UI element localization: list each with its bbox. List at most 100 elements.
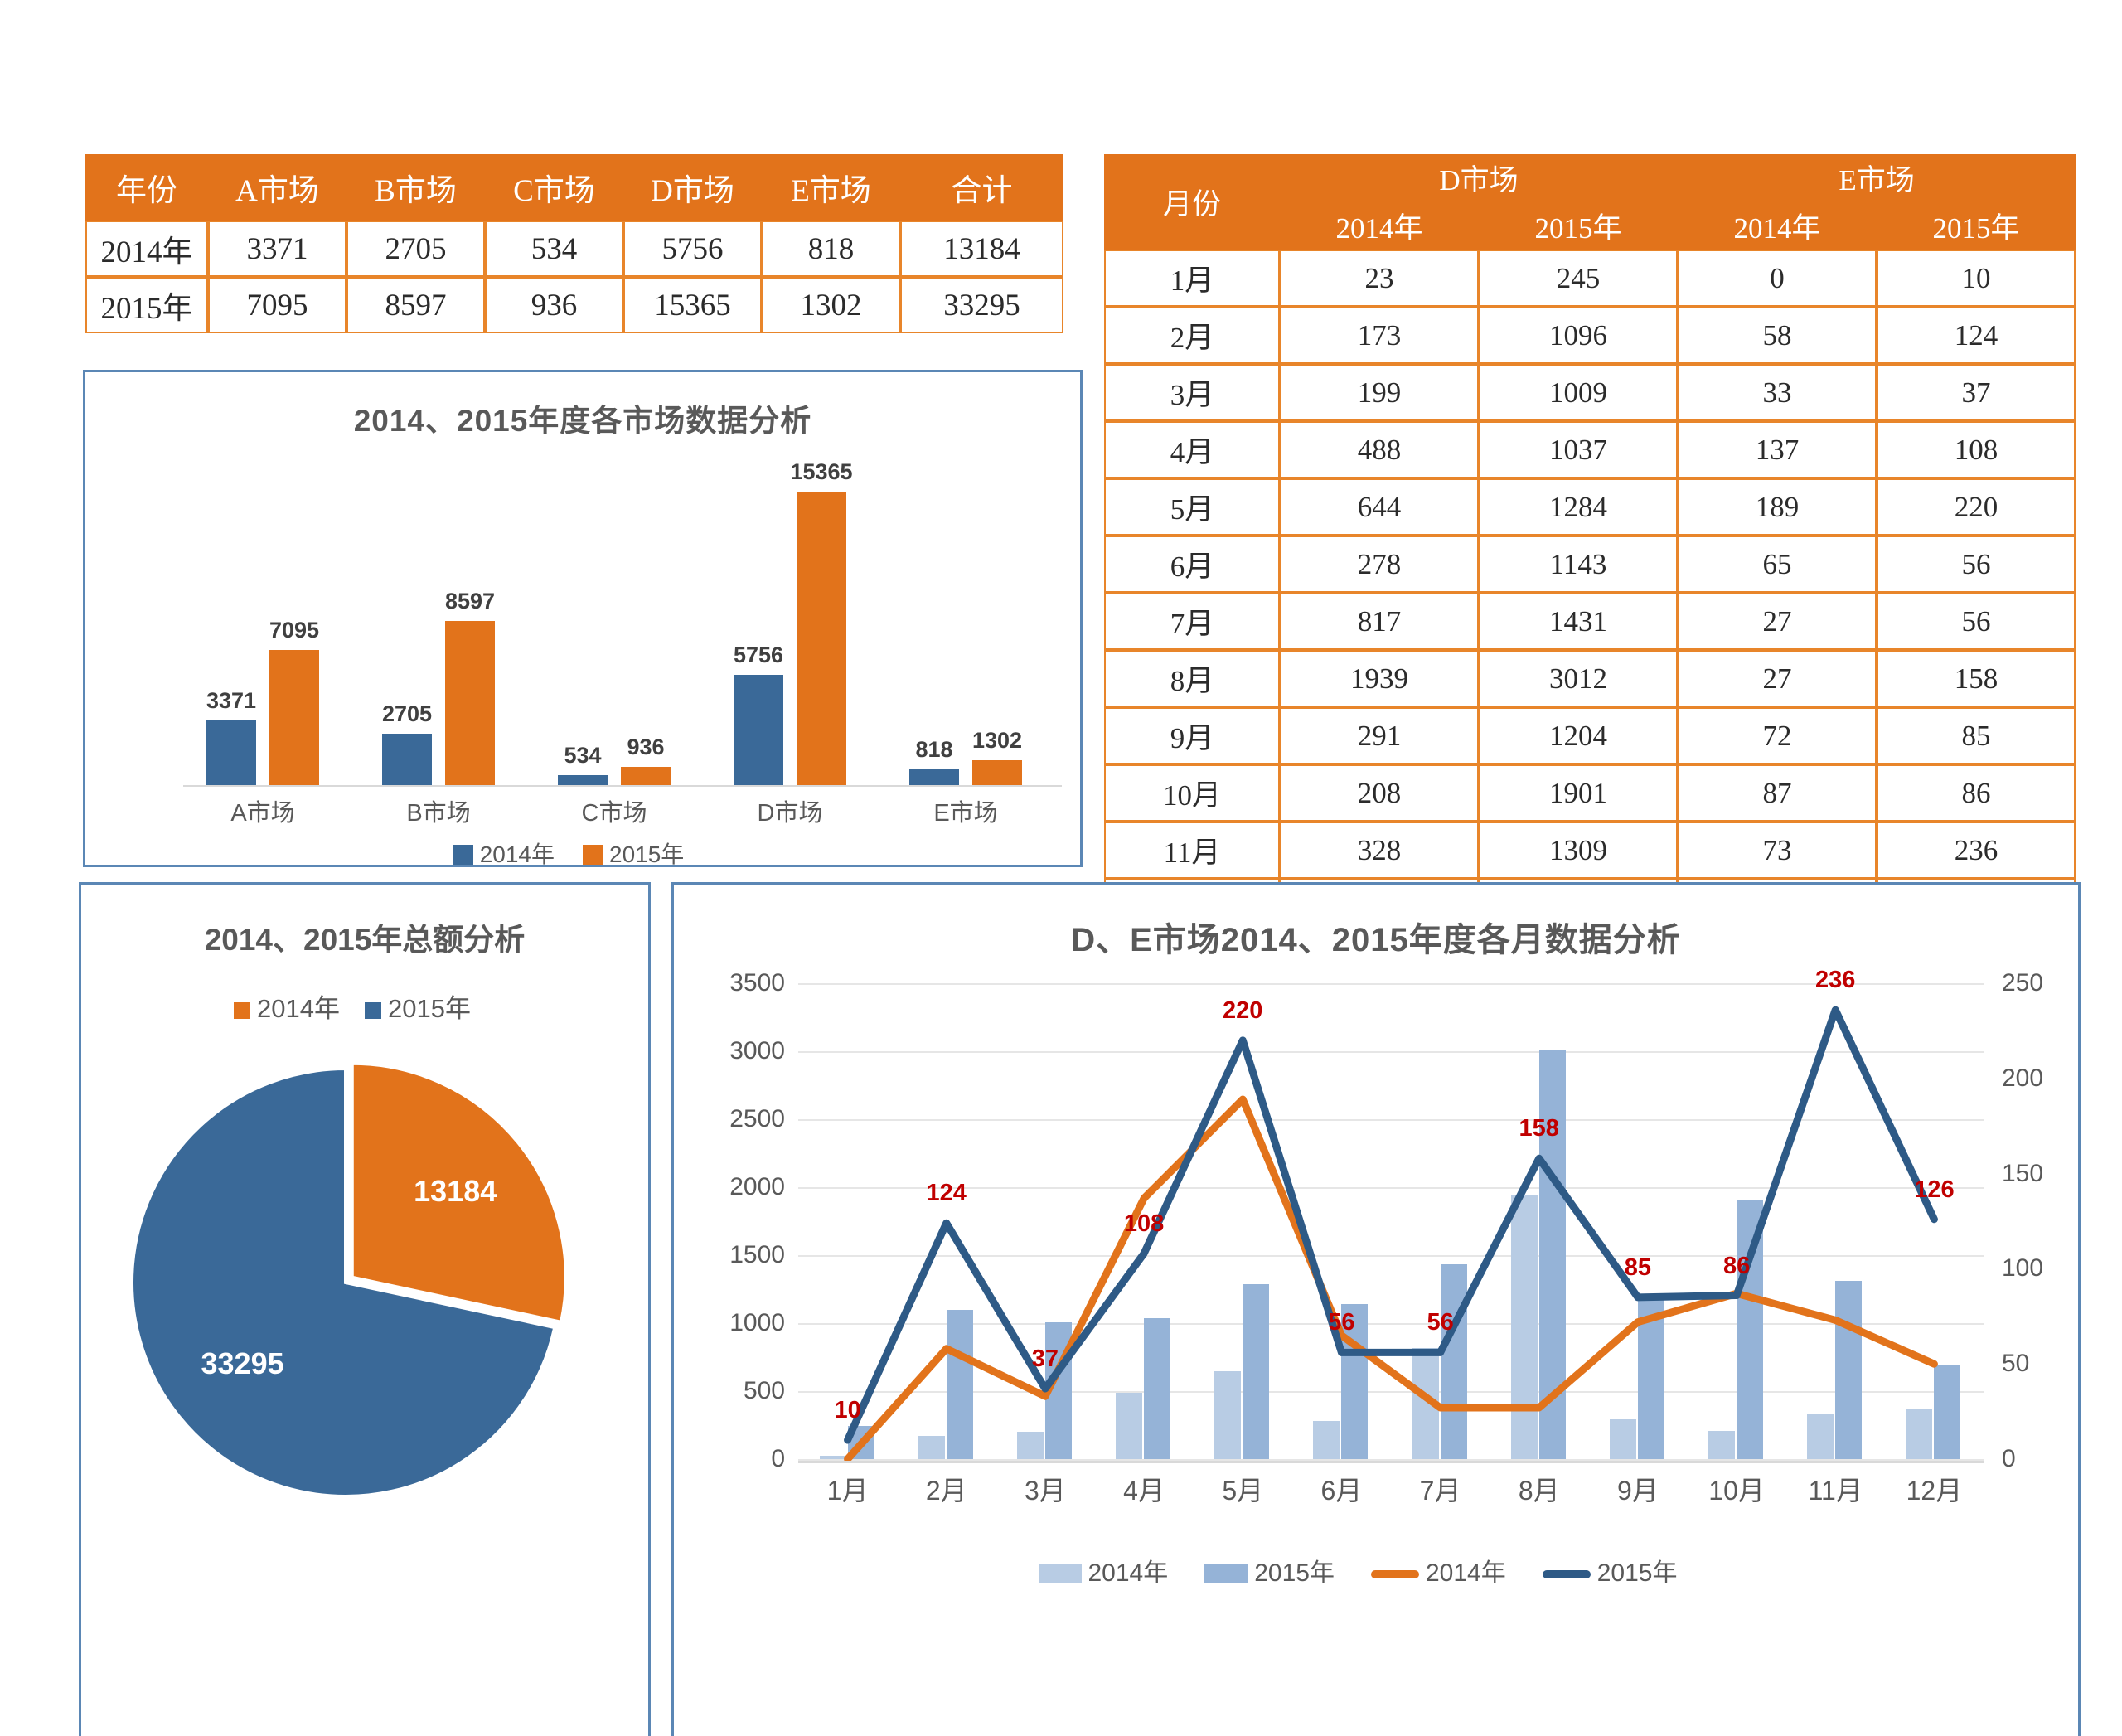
monthly-th-group-e: E市场 [1678, 154, 2076, 201]
combo-category-label: 5月 [1222, 1476, 1264, 1506]
bar-2015[interactable] [269, 649, 319, 785]
bar-2014[interactable] [734, 675, 783, 785]
monthly-table-group-header-row: 月份 D市场 E市场 [1104, 154, 2076, 250]
table-row: 7月 817 1431 27 56 [1104, 593, 2076, 650]
combo-data-label: 108 [1123, 1210, 1165, 1238]
monthly-cell-value: 199 [1280, 364, 1479, 421]
monthly-cell-value: 27 [1678, 593, 1877, 650]
legend-label: 2015年 [1254, 1559, 1335, 1587]
monthly-cell-value: 278 [1280, 536, 1479, 593]
bar-chart-title: 2014、2015年度各市场数据分析 [353, 404, 812, 438]
bar-2014[interactable] [206, 720, 256, 785]
combo-category-label: 6月 [1320, 1476, 1363, 1506]
bar-2014[interactable] [909, 769, 959, 785]
bar-chart-plot-area: 3371 7095 2705 8597 534 936 5756 15365 818 1302 [183, 459, 1062, 785]
combo-data-label: 124 [926, 1180, 967, 1207]
legend-swatch [583, 845, 603, 865]
combo-category-label: 8月 [1518, 1476, 1560, 1506]
legend-swatch [365, 1002, 381, 1019]
monthly-cell-value: 27 [1678, 650, 1877, 707]
y-axis-right-tick: 50 [2002, 1350, 2030, 1378]
combo-category-label: 10月 [1708, 1476, 1765, 1506]
summary-cell: 818 [762, 221, 900, 277]
summary-cell: 534 [485, 221, 623, 277]
monthly-cell-value: 23 [1280, 250, 1479, 307]
bar-value-label: 2705 [381, 701, 433, 726]
monthly-cell-value: 189 [1678, 478, 1877, 536]
bar-2015[interactable] [621, 767, 671, 785]
combo-data-label: 126 [1914, 1176, 1955, 1203]
combo-chart-legend[interactable]: 2014年 2015年 2014年 2015年 [674, 1552, 2078, 1588]
total-pie-chart-panel: 2014、2015年总额分析 2014年 2015年 13184 33295 [79, 882, 651, 1736]
bar-group: 818 1302 [886, 470, 1045, 785]
table-row: 6月 278 1143 65 56 [1104, 536, 2076, 593]
summary-th-a: A市场 [208, 154, 346, 221]
monthly-cell-value: 137 [1678, 421, 1877, 478]
bar-value-label: 3371 [206, 688, 257, 714]
combo-data-label: 220 [1223, 997, 1263, 1024]
monthly-cell-value: 1143 [1479, 536, 1678, 593]
combo-category-label: 12月 [1906, 1476, 1963, 1506]
bar-group: 3371 7095 [183, 470, 342, 785]
pie-chart-title: 2014、2015年总额分析 [204, 923, 526, 957]
pie-slice-label-2014: 13184 [414, 1174, 497, 1209]
monthly-combo-chart-panel: D、E市场2014、2015年度各月数据分析 10 124 37 108 220 56 56… [671, 882, 2081, 1736]
y-axis-left-tick: 0 [771, 1445, 785, 1472]
y-axis-left-tick: 1500 [729, 1241, 785, 1268]
monthly-cell-value: 1037 [1479, 421, 1678, 478]
table-row: 11月 328 1309 73 236 [1104, 822, 2076, 879]
bar-category-label: B市场 [406, 800, 471, 827]
monthly-cell-month: 8月 [1104, 650, 1280, 707]
y-axis-left-tick: 3500 [729, 969, 785, 997]
bar-2015[interactable] [972, 760, 1022, 785]
combo-data-label: 236 [1815, 967, 1856, 994]
legend-label: 2014年 [1426, 1559, 1506, 1587]
bar-value-label: 15365 [790, 459, 853, 485]
combo-category-label: 3月 [1025, 1476, 1066, 1506]
table-row: 10月 208 1901 87 86 [1104, 764, 2076, 822]
monthly-cell-month: 1月 [1104, 250, 1280, 307]
monthly-cell-value: 56 [1877, 536, 2076, 593]
monthly-cell-value: 37 [1877, 364, 2076, 421]
bar-value-label: 1302 [971, 728, 1023, 754]
table-row: 4月 488 1037 137 108 [1104, 421, 2076, 478]
table-row: 1月 23 245 0 10 [1104, 250, 2076, 307]
monthly-cell-month: 7月 [1104, 593, 1280, 650]
monthly-cell-value: 3012 [1479, 650, 1678, 707]
legend-swatch [1038, 1564, 1082, 1583]
combo-category-label: 9月 [1617, 1476, 1659, 1506]
pie-chart-legend[interactable]: 2014年 2015年 [81, 987, 648, 1025]
monthly-th-e-2015: 2015年 [1877, 201, 2076, 250]
legend-label: 2015年 [1596, 1559, 1678, 1587]
y-axis-left-tick: 2500 [729, 1105, 785, 1132]
table-row: 5月 644 1284 189 220 [1104, 478, 2076, 536]
bar-2015[interactable] [797, 492, 846, 785]
combo-chart-title: D、E市场2014、2015年度各月数据分析 [1071, 922, 1681, 958]
monthly-cell-value: 1096 [1479, 307, 1678, 364]
bar-2015[interactable] [445, 621, 495, 785]
summary-cell: 3371 [208, 221, 346, 277]
monthly-cell-month: 10月 [1104, 764, 1280, 822]
summary-th-b: B市场 [346, 154, 485, 221]
combo-data-label: 56 [1328, 1309, 1355, 1336]
y-axis-right-tick: 0 [2002, 1445, 2016, 1472]
summary-th-total: 合计 [900, 154, 1063, 221]
bar-2014[interactable] [558, 774, 608, 785]
bar-2014[interactable] [382, 733, 432, 785]
y-axis-right-tick: 200 [2002, 1064, 2044, 1092]
legend-swatch [234, 1002, 251, 1019]
monthly-cell-value: 1939 [1280, 650, 1479, 707]
summary-cell: 936 [485, 277, 623, 333]
monthly-cell-value: 86 [1877, 764, 2076, 822]
bar-chart-legend[interactable]: 2014年 2015年 [85, 836, 1080, 870]
bar-category-label: A市场 [230, 800, 295, 827]
monthly-th-d-2015: 2015年 [1479, 201, 1678, 250]
summary-cell: 33295 [900, 277, 1063, 333]
legend-label: 2014年 [257, 994, 340, 1023]
monthly-cell-month: 5月 [1104, 478, 1280, 536]
legend-label: 2014年 [479, 841, 555, 867]
summary-cell: 13184 [900, 221, 1063, 277]
monthly-cell-month: 4月 [1104, 421, 1280, 478]
monthly-cell-value: 644 [1280, 478, 1479, 536]
bar-category-label: D市场 [757, 800, 823, 827]
